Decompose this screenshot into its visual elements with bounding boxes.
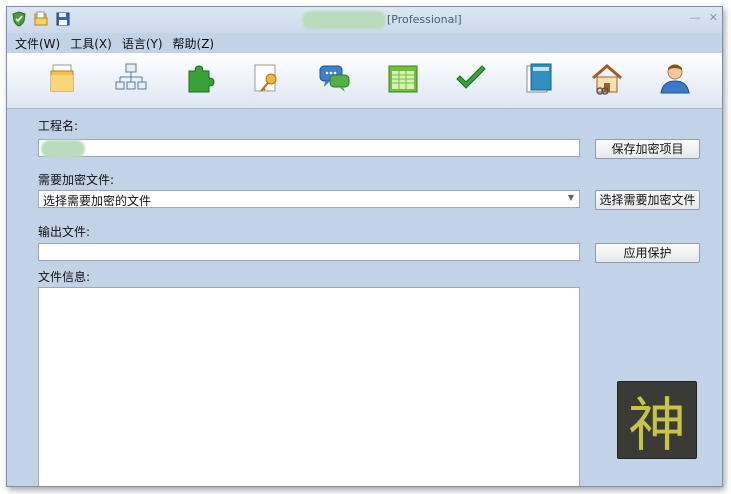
menu-bar: 文件(W) 工具(X) 语言(Y) 帮助(Z) [7,33,722,53]
chevron-down-icon[interactable]: ▼ [568,193,574,202]
select-file-button[interactable]: 选择需要加密文件 [595,190,700,210]
encrypt-file-label: 需要加密文件: [38,173,115,187]
book-icon[interactable] [521,61,557,101]
house-icon[interactable] [589,61,625,101]
project-name-redacted [41,140,85,158]
output-file-label: 输出文件: [38,225,91,239]
new-project-icon[interactable] [45,61,81,101]
checkmark-icon[interactable] [453,61,489,101]
menu-help[interactable]: 帮助(Z) [173,35,215,52]
open-folder-icon[interactable] [33,11,49,27]
close-button[interactable]: ✕ [709,11,718,24]
save-disk-icon[interactable] [55,11,71,27]
menu-file[interactable]: 文件(W) [15,35,60,52]
key-document-icon[interactable] [249,61,285,101]
file-info-textarea[interactable] [38,287,580,486]
user-icon[interactable] [657,61,693,101]
project-name-input[interactable] [38,139,580,158]
app-window: [Professional] — ✕ 文件(W) 工具(X) 语言(Y) 帮助(… [6,6,723,487]
menu-tools[interactable]: 工具(X) [70,35,112,52]
project-name-label: 工程名: [38,119,79,133]
app-logo: 神 [617,381,697,459]
encrypt-file-select[interactable]: 选择需要加密的文件 ▼ [38,190,580,208]
output-file-input[interactable] [38,243,580,261]
menu-language[interactable]: 语言(Y) [122,35,163,52]
window-title: [Professional] [387,13,462,26]
minimize-button[interactable]: — [690,11,701,24]
file-info-label: 文件信息: [38,270,91,284]
plugin-icon[interactable] [181,61,217,101]
network-icon[interactable] [113,61,149,101]
spreadsheet-icon[interactable] [385,61,421,101]
title-bar: [Professional] — ✕ [7,7,722,33]
chat-icon[interactable] [317,61,353,101]
shield-app-icon[interactable] [11,11,27,27]
title-redacted [302,11,386,29]
save-project-button[interactable]: 保存加密项目 [595,139,700,159]
apply-protection-button[interactable]: 应用保护 [595,243,700,263]
toolbar [7,53,722,109]
